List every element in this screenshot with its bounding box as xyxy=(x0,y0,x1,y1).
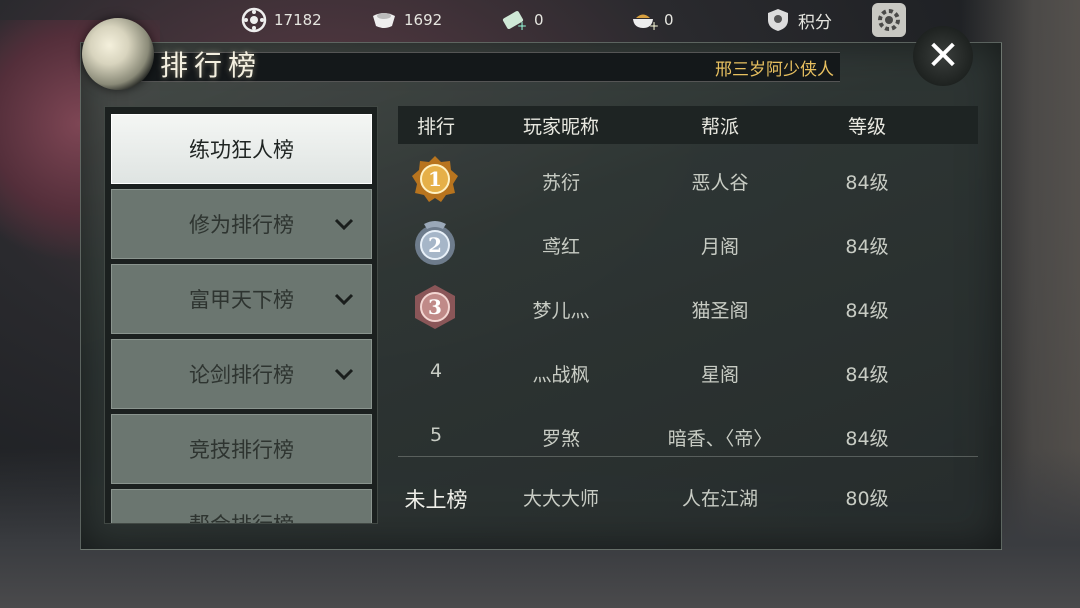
menu-item-wealth[interactable]: 富甲天下榜 xyxy=(111,264,372,334)
svg-text:3: 3 xyxy=(428,295,442,319)
player-guild: 星阁 xyxy=(700,364,739,386)
header-guild: 帮派 xyxy=(700,115,739,138)
divider xyxy=(398,456,978,457)
shield-icon xyxy=(764,6,792,34)
close-icon: ✕ xyxy=(926,33,960,79)
my-level: 80级 xyxy=(845,488,889,510)
resource-bar: 17182 1692 + 0 + 0 积分 xyxy=(0,0,1080,40)
settings-button[interactable] xyxy=(872,3,906,37)
chevron-down-icon xyxy=(333,212,355,236)
table-row[interactable]: 3 梦儿灬 猫圣阁 84级 xyxy=(398,276,978,338)
svg-text:+: + xyxy=(517,19,527,32)
table-row[interactable]: 2 鸢红 月阁 84级 xyxy=(398,212,978,274)
bronze-medal-icon: 3 xyxy=(415,285,455,329)
ticket-icon: + xyxy=(500,6,528,34)
bowl-value: 0 xyxy=(664,11,674,29)
my-rank-row: 未上榜 大大大师 人在江湖 80级 xyxy=(398,468,978,524)
table-header: 排行 玩家昵称 帮派 等级 xyxy=(398,106,978,144)
coin-icon xyxy=(240,6,268,34)
gold-medal-icon: 1 xyxy=(412,156,458,202)
player-rank: 5 xyxy=(429,424,443,446)
resource-ingot[interactable]: 1692 xyxy=(370,6,442,34)
menu-item-guild[interactable]: 帮会排行榜 xyxy=(111,489,372,523)
coin-value: 17182 xyxy=(274,11,322,29)
category-menu: 练功狂人榜 修为排行榜 富甲天下榜 论剑排行榜 竞技排行榜 帮会排行榜 xyxy=(104,106,378,524)
player-guild: 猫圣阁 xyxy=(691,300,749,322)
silver-medal-icon: 2 xyxy=(415,221,455,265)
my-name: 大大大师 xyxy=(522,488,599,510)
menu-item-arena[interactable]: 竞技排行榜 xyxy=(111,414,372,484)
player-name: 鸢红 xyxy=(541,236,580,258)
ranking-table: 排行 玩家昵称 帮派 等级 1 苏衍 恶人谷 84级 2 鸢红 月阁 84级 3… xyxy=(398,106,978,518)
player-name: 罗煞 xyxy=(541,428,580,450)
table-row[interactable]: 1 苏衍 恶人谷 84级 xyxy=(398,148,978,210)
gear-icon xyxy=(878,9,900,31)
table-row[interactable]: 4 灬战枫 星阁 84级 xyxy=(398,340,978,402)
ingot-icon xyxy=(370,6,398,34)
player-level: 84级 xyxy=(845,364,889,386)
bowl-icon: + xyxy=(630,6,658,34)
menu-item-label: 练功狂人榜 xyxy=(189,138,294,162)
svg-text:+: + xyxy=(649,19,658,32)
svg-text:2: 2 xyxy=(428,233,442,257)
player-name: 梦儿灬 xyxy=(532,300,590,322)
resource-ticket[interactable]: + 0 xyxy=(500,6,544,34)
player-guild: 暗香、〈帝〉 xyxy=(667,428,773,450)
menu-item-duel[interactable]: 论剑排行榜 xyxy=(111,339,372,409)
my-rank: 未上榜 xyxy=(404,488,468,512)
player-guild: 月阁 xyxy=(700,236,739,258)
player-name: 灬战枫 xyxy=(532,364,590,386)
points-label: 积分 xyxy=(798,12,832,33)
player-guild: 恶人谷 xyxy=(691,172,749,194)
player-title: 邢三岁阿少侠人 xyxy=(715,60,834,80)
moon-emblem xyxy=(82,18,154,90)
resource-bowl[interactable]: + 0 xyxy=(630,6,674,34)
menu-item-label: 修为排行榜 xyxy=(189,213,294,237)
points-button[interactable]: 积分 xyxy=(764,6,832,34)
menu-item-label: 竞技排行榜 xyxy=(189,438,294,462)
close-button[interactable]: ✕ xyxy=(913,26,973,86)
resource-coin[interactable]: 17182 xyxy=(240,6,322,34)
player-name: 苏衍 xyxy=(541,172,580,194)
menu-item-label: 论剑排行榜 xyxy=(189,363,294,387)
menu-item-label: 富甲天下榜 xyxy=(189,288,294,312)
menu-item-training[interactable]: 练功狂人榜 xyxy=(111,114,372,184)
header-level: 等级 xyxy=(847,115,886,138)
menu-item-label: 帮会排行榜 xyxy=(189,509,294,523)
header-name: 玩家昵称 xyxy=(522,115,599,138)
chevron-down-icon xyxy=(333,287,355,311)
svg-text:1: 1 xyxy=(428,167,442,191)
ticket-value: 0 xyxy=(534,11,544,29)
player-rank: 4 xyxy=(429,360,443,382)
my-guild: 人在江湖 xyxy=(681,488,758,510)
page-title: 排行榜 xyxy=(160,49,263,82)
player-level: 84级 xyxy=(845,428,889,450)
chevron-down-icon xyxy=(333,362,355,386)
ingot-value: 1692 xyxy=(404,11,443,29)
player-level: 84级 xyxy=(845,300,889,322)
player-level: 84级 xyxy=(845,236,889,258)
player-level: 84级 xyxy=(845,172,889,194)
menu-item-cultivation[interactable]: 修为排行榜 xyxy=(111,189,372,259)
header-rank: 排行 xyxy=(416,115,455,138)
